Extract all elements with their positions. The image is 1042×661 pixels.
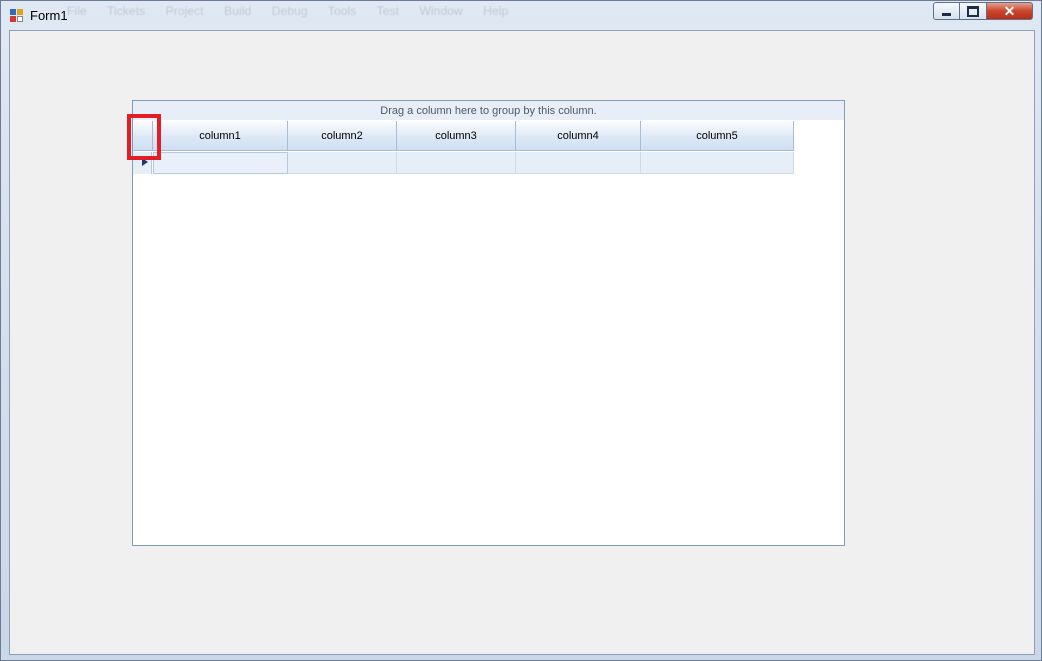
group-panel[interactable]: Drag a column here to group by this colu… [133,101,844,120]
window-title: Form1 [30,8,68,23]
grid-cell-column4[interactable] [516,152,641,174]
close-button[interactable]: ✕ [986,2,1033,20]
title-bar[interactable]: Form1 File Tickets Project Build Debug T… [1,1,1041,29]
column-header-column3[interactable]: column3 [397,121,516,151]
column-header-column2[interactable]: column2 [288,121,397,151]
column-header-column5[interactable]: column5 [641,121,794,151]
faded-menu-bar: File Tickets Project Build Debug Tools T… [67,4,525,18]
minimize-button[interactable] [933,2,960,20]
faded-menu-item: Tickets [106,4,146,18]
faded-menu-item: Build [224,4,252,18]
row-header-corner[interactable] [133,121,153,151]
grid-cell-column1[interactable] [153,152,288,174]
column-header-column4[interactable]: column4 [516,121,641,151]
grid-cell-column3[interactable] [397,152,516,174]
column-header-column1[interactable]: column1 [153,121,288,151]
grid-view[interactable]: Drag a column here to group by this colu… [132,100,845,546]
form-window: Form1 File Tickets Project Build Debug T… [0,0,1042,661]
faded-menu-item: Debug [271,4,308,18]
faded-menu-item: File [67,4,87,18]
restore-icon [967,5,979,17]
faded-menu-item: Tools [327,4,357,18]
faded-menu-item: Help [483,4,509,18]
minimize-icon [942,12,951,16]
current-row-arrow-icon [142,158,148,166]
faded-menu-item: Project [165,4,204,18]
form-icon [10,9,23,22]
maximize-button[interactable] [959,2,987,20]
faded-menu-item: Window [419,4,463,18]
close-icon: ✕ [1003,2,1016,19]
grid-cell-column2[interactable] [288,152,397,174]
grid-cell-column5[interactable] [641,152,794,174]
faded-menu-item: Test [376,4,400,18]
